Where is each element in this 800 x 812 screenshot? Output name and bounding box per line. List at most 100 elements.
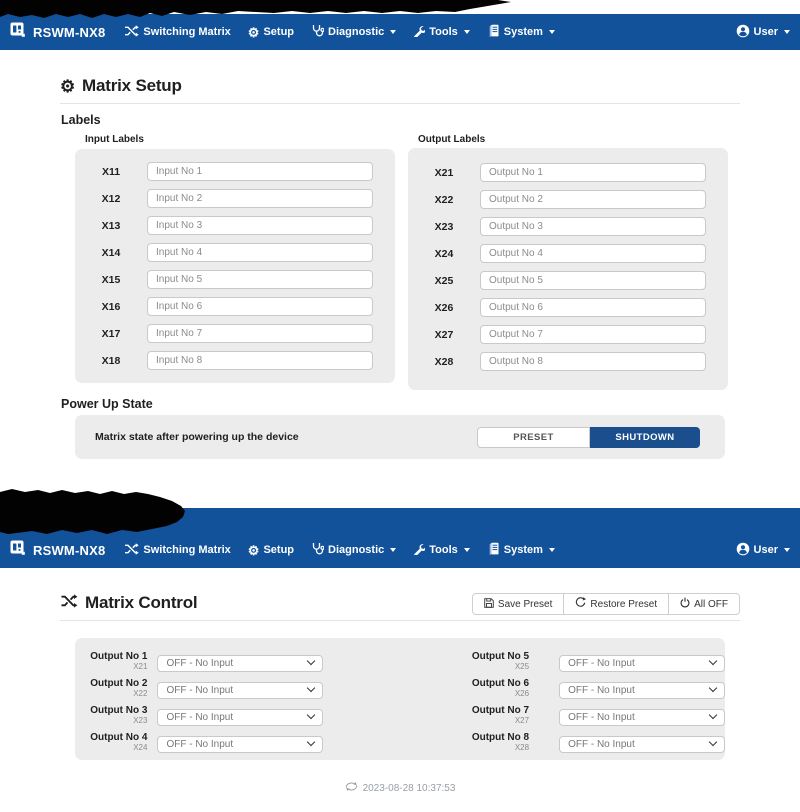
output-label: Output No 5X25 (323, 652, 529, 671)
nav-label: System (504, 544, 543, 556)
output-label-row: X27 (408, 325, 728, 344)
shuffle-icon (124, 543, 139, 558)
chevron-down-icon (549, 30, 555, 34)
chevron-down-icon (549, 548, 555, 552)
input-label-field[interactable] (147, 162, 373, 181)
output-route-row: Output No 3X23 OFF - No Input Output No … (75, 707, 725, 724)
port-id: X18 (75, 355, 147, 367)
port-id: X24 (408, 248, 480, 260)
input-label-row: X16 (75, 297, 395, 316)
restore-preset-button[interactable]: Restore Preset (563, 593, 669, 615)
input-select[interactable]: OFF - No Input (559, 709, 725, 726)
shutdown-button[interactable]: SHUTDOWN (590, 427, 700, 448)
nav-switching-matrix[interactable]: Switching Matrix (124, 543, 230, 558)
input-label-row: X18 (75, 351, 395, 370)
output-label: Output No 3X23 (75, 706, 147, 725)
output-label-field[interactable] (480, 163, 706, 182)
input-select[interactable]: OFF - No Input (559, 655, 725, 672)
shuffle-icon (124, 25, 139, 40)
power-up-toggle: PRESET SHUTDOWN (477, 427, 700, 448)
input-select-wrap: OFF - No Input (559, 707, 725, 724)
nav-label: System (504, 26, 543, 38)
user-label: User (754, 544, 778, 556)
input-label-field[interactable] (147, 270, 373, 289)
user-menu[interactable]: User (736, 24, 790, 41)
user-menu[interactable]: User (736, 542, 790, 559)
stethoscope-icon (311, 24, 324, 40)
output-label-row: X22 (408, 190, 728, 209)
input-label-row: X13 (75, 216, 395, 235)
nav-tools[interactable]: Tools (413, 543, 470, 558)
nav-system[interactable]: System (487, 24, 555, 40)
input-select[interactable]: OFF - No Input (157, 682, 322, 699)
input-label-field[interactable] (147, 351, 373, 370)
output-label: Output No 4X24 (75, 733, 147, 752)
nav-diagnostic[interactable]: Diagnostic (311, 542, 396, 558)
all-off-button[interactable]: All OFF (668, 593, 740, 615)
page: RSWM-NX8 Switching Matrix ⚙ Setup Diagno… (0, 0, 800, 812)
input-label-row: X14 (75, 243, 395, 262)
page-title-setup: ⚙ Matrix Setup (60, 76, 182, 96)
input-label-field[interactable] (147, 243, 373, 262)
output-label-field[interactable] (480, 244, 706, 263)
output-labels-heading: Output Labels (418, 134, 485, 145)
nav-label: Tools (429, 26, 458, 38)
port-id: X25 (408, 275, 480, 287)
input-select[interactable]: OFF - No Input (559, 736, 725, 753)
nav-diagnostic[interactable]: Diagnostic (311, 24, 396, 40)
brand-link[interactable]: RSWM-NX8 (10, 22, 105, 43)
input-label-field[interactable] (147, 189, 373, 208)
divider (60, 103, 740, 104)
output-label-row: X28 (408, 352, 728, 371)
preset-button[interactable]: PRESET (477, 427, 590, 448)
chevron-down-icon (784, 548, 790, 552)
gear-icon: ⚙ (248, 26, 260, 39)
save-icon (484, 598, 494, 611)
output-label-field[interactable] (480, 190, 706, 209)
output-label-row: X26 (408, 298, 728, 317)
nav-system[interactable]: System (487, 542, 555, 558)
input-labels-panel: X11 X12 X13 X14 X15 X16 X17 X18 (75, 149, 395, 383)
nav-label: Diagnostic (328, 26, 384, 38)
input-select[interactable]: OFF - No Input (157, 655, 322, 672)
labels-section-heading: Labels (61, 113, 101, 127)
output-label-field[interactable] (480, 325, 706, 344)
chevron-down-icon (464, 30, 470, 34)
input-label-field[interactable] (147, 216, 373, 235)
page-title-text: Matrix Control (85, 593, 197, 613)
input-select[interactable]: OFF - No Input (559, 682, 725, 699)
top-navbar: RSWM-NX8 Switching Matrix ⚙ Setup Diagno… (0, 14, 800, 50)
port-id: X15 (75, 274, 147, 286)
input-label-field[interactable] (147, 297, 373, 316)
output-label-field[interactable] (480, 271, 706, 290)
nav-tools[interactable]: Tools (413, 25, 470, 40)
nav-items: Switching Matrix ⚙ Setup Diagnostic Tool… (124, 24, 735, 40)
chevron-down-icon (464, 548, 470, 552)
nav-switching-matrix[interactable]: Switching Matrix (124, 25, 230, 40)
chevron-down-icon (784, 30, 790, 34)
input-label-field[interactable] (147, 324, 373, 343)
output-label: Output No 6X26 (323, 679, 529, 698)
input-select[interactable]: OFF - No Input (157, 709, 322, 726)
port-id: X28 (408, 356, 480, 368)
wrench-icon (413, 543, 425, 558)
port-id: X26 (408, 302, 480, 314)
page-title-control: Matrix Control (60, 593, 197, 613)
output-label: Output No 8X28 (323, 733, 529, 752)
input-select-wrap: OFF - No Input (157, 680, 322, 697)
nav-setup[interactable]: ⚙ Setup (248, 26, 294, 39)
output-label-field[interactable] (480, 352, 706, 371)
stethoscope-icon (311, 542, 324, 558)
chevron-down-icon (390, 30, 396, 34)
save-preset-button[interactable]: Save Preset (472, 593, 564, 615)
output-label-field[interactable] (480, 217, 706, 236)
nav-setup[interactable]: ⚙ Setup (248, 544, 294, 557)
sync-icon (345, 781, 358, 795)
output-label: Output No 1X21 (75, 652, 147, 671)
brand-link[interactable]: RSWM-NX8 (10, 540, 105, 561)
input-select[interactable]: OFF - No Input (157, 736, 322, 753)
output-label-row: X24 (408, 244, 728, 263)
output-label-field[interactable] (480, 298, 706, 317)
control-toolbar: Save Preset Restore Preset All OFF (472, 593, 740, 615)
input-label-row: X11 (75, 162, 395, 181)
